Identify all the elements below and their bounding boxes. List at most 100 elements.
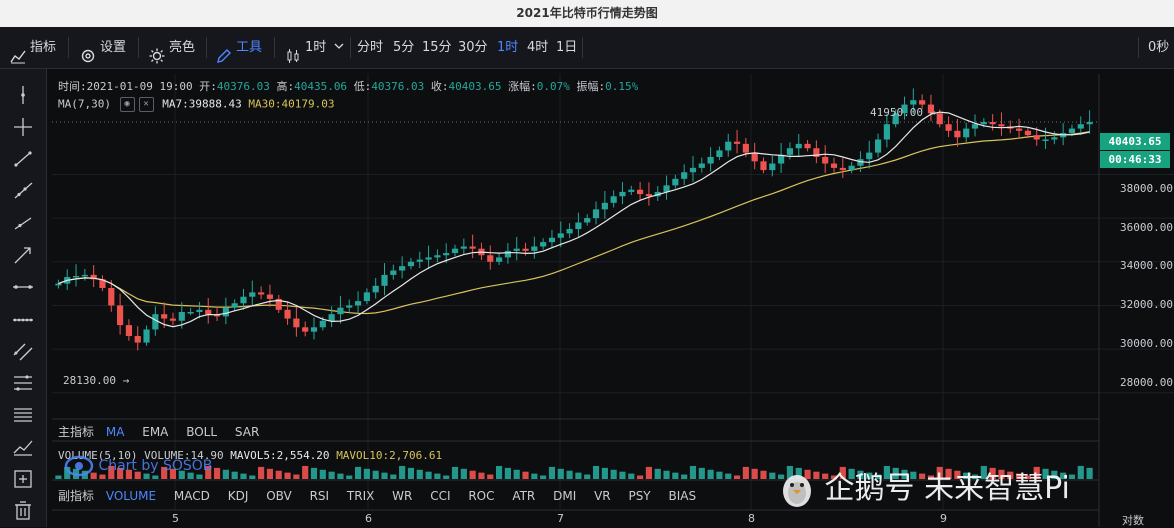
volume-bar [1086,467,1093,479]
segment-tool-icon[interactable] [11,211,35,235]
tab-volume[interactable]: VOLUME [106,489,156,503]
fibonacci-tool-icon[interactable] [11,371,35,395]
chart-type-select[interactable]: 1时 [285,27,344,68]
candle-body [416,259,423,262]
trash-icon[interactable] [11,499,35,523]
tab-cci[interactable]: CCI [430,489,450,503]
tab-ema[interactable]: EMA [142,425,168,439]
candle-body [169,318,177,321]
change-label: 涨幅: [508,80,537,93]
candle-body [822,156,829,164]
volume-bar [540,475,547,479]
candle-body [1077,124,1084,129]
settings-button[interactable]: 设置 [80,27,126,68]
candle-body [866,152,873,160]
tab-sar[interactable]: SAR [235,425,259,439]
candle-body [557,233,564,238]
vertical-line-tool-icon[interactable] [11,83,35,107]
candle-body [399,266,406,271]
interval-1h[interactable]: 1时 [497,27,518,68]
candle-body [681,172,688,179]
candle-body [592,209,600,219]
candle-body [81,274,88,277]
candle-body [328,314,335,321]
candle-body [1016,128,1023,131]
candle-body [469,246,476,249]
tab-kdj[interactable]: KDJ [228,489,249,503]
candle-body [161,314,168,319]
time-value: 2021-01-09 19:00 [86,80,193,93]
interval-1d[interactable]: 1日 [556,27,577,68]
tab-obv[interactable]: OBV [266,489,292,503]
tab-ma[interactable]: MA [106,425,125,439]
pitchfork-tool-icon[interactable] [11,435,35,459]
horizontal-line-tool-icon[interactable] [11,275,35,299]
volume-bar [601,467,608,479]
tab-atr[interactable]: ATR [512,489,535,503]
candle-body [839,167,846,171]
trend-line-tool-icon[interactable] [11,147,35,171]
volume-bar [725,473,732,479]
candle-body [522,248,529,251]
tab-psy[interactable]: PSY [628,489,650,503]
max-price-annotation: 41950.00 → [870,106,937,119]
tab-roc[interactable]: ROC [468,489,494,503]
chart-by-watermark: Chart by SOSOB [64,455,212,477]
candle-body [434,255,441,258]
volume-bar [522,471,529,479]
interval-1m-line[interactable]: 分时 [357,27,383,68]
tab-dmi[interactable]: DMI [553,489,576,503]
y-tick-38000: 38000.00 [1120,182,1173,195]
tab-wr[interactable]: WR [392,489,412,503]
volume-bar [769,472,776,479]
interval-15m[interactable]: 15分 [422,27,452,68]
interval-30m[interactable]: 30分 [458,27,488,68]
sub-indicator-tabs: 副指标 VOLUME MACD KDJ OBV RSI TRIX WR CCI … [58,487,710,504]
countdown-toggle[interactable]: 0秒 [1148,27,1169,68]
add-tool-icon[interactable] [11,467,35,491]
volume-bar [399,465,406,479]
sun-icon [149,40,165,63]
eye-icon[interactable]: ◉ [119,97,135,112]
indicators-button[interactable]: 指标 [10,27,56,68]
candle-body [390,270,397,275]
y-tick-36000: 36000.00 [1120,221,1173,234]
candle-body [363,292,370,302]
volume-bar [663,470,670,479]
tab-bias[interactable]: BIAS [668,489,696,503]
gear-icon [80,40,96,62]
crosshair-tool-icon[interactable] [11,115,35,139]
volume-bar [1077,465,1084,479]
tab-vr[interactable]: VR [594,489,611,503]
volume-bar [575,472,582,479]
interval-5m[interactable]: 5分 [393,27,414,68]
price-line-tool-icon[interactable] [11,307,35,331]
candle-body [231,303,238,308]
candle-body [645,194,652,197]
interval-4h[interactable]: 4时 [527,27,548,68]
volume-bar [557,468,564,479]
candle-body [249,292,256,297]
parallel-channel-tool-icon[interactable] [11,339,35,363]
ma-name: MA(7,30) [58,97,111,111]
candle-body [548,237,556,243]
window-title: 2021年比特币行情走势图 [0,0,1174,27]
tab-trix[interactable]: TRIX [347,489,374,503]
tools-button[interactable]: 工具 [216,27,262,68]
candle-body [1068,128,1076,133]
candle-body [196,309,203,313]
theme-button[interactable]: 亮色 [149,27,195,68]
log-scale-toggle[interactable]: 对数 [1122,512,1144,528]
levels-tool-icon[interactable] [11,403,35,427]
tab-boll[interactable]: BOLL [186,425,217,439]
tab-macd[interactable]: MACD [174,489,210,503]
candle-body [707,156,714,164]
tab-rsi[interactable]: RSI [310,489,330,503]
ray-tool-icon[interactable] [11,179,35,203]
chart-type-label: 1时 [305,40,327,55]
close-icon[interactable]: ✕ [138,97,154,112]
arrow-tool-icon[interactable] [11,243,35,267]
x-tick-8: 8 [748,512,755,525]
volume-bar [293,474,300,479]
candle-body [460,246,467,249]
